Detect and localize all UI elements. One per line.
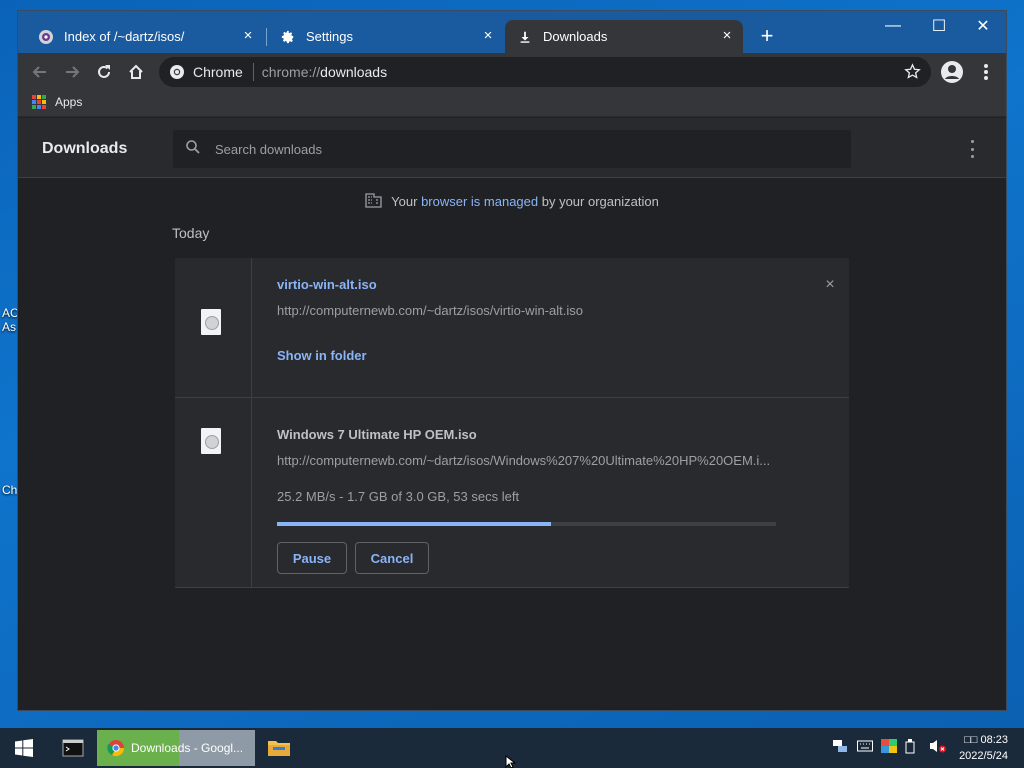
- more-vert-icon: [984, 64, 988, 80]
- download-progress-bar: [277, 522, 776, 526]
- maximize-button[interactable]: ☐: [916, 11, 962, 41]
- page-menu-button[interactable]: [964, 140, 980, 158]
- date-section-header: Today: [172, 225, 210, 241]
- cancel-button[interactable]: Cancel: [355, 542, 429, 574]
- download-item: virtio-win-alt.iso × http://computernewb…: [175, 258, 849, 398]
- file-explorer-taskbar-button[interactable]: [262, 728, 296, 768]
- page-title: Downloads: [42, 140, 128, 157]
- terminal-icon: [62, 739, 84, 757]
- url-scheme: chrome://: [261, 64, 321, 80]
- system-clock[interactable]: □□ 08:23 2022/5/24: [959, 732, 1008, 764]
- search-box[interactable]: [173, 130, 851, 168]
- bookmark-star-icon[interactable]: [904, 63, 921, 83]
- terminal-taskbar-button[interactable]: [56, 728, 90, 768]
- tab-settings[interactable]: Settings ×: [268, 20, 504, 53]
- file-name-link[interactable]: virtio-win-alt.iso: [277, 277, 377, 292]
- remove-download-button[interactable]: ×: [823, 277, 837, 293]
- clock-time: □□ 08:23: [964, 734, 1008, 746]
- download-item: Windows 7 Ultimate HP OEM.iso http://com…: [175, 398, 849, 588]
- managed-notice: Your browser is managed by your organiza…: [18, 192, 1006, 211]
- chrome-logo-icon: [170, 65, 184, 79]
- folder-icon: [268, 741, 290, 756]
- close-icon[interactable]: ×: [719, 28, 735, 44]
- chrome-taskbar-button[interactable]: Downloads - Googl...: [97, 730, 255, 766]
- usb-device-icon[interactable]: [905, 738, 921, 759]
- window-close-button[interactable]: ✕: [960, 11, 1006, 41]
- tab-index-of-isos[interactable]: Index of /~dartz/isos/ ×: [26, 20, 264, 53]
- tab-title: Index of /~dartz/isos/: [64, 29, 185, 44]
- clock-date: 2022/5/24: [959, 750, 1008, 762]
- managed-suffix: by your organization: [538, 194, 659, 209]
- back-button[interactable]: [27, 59, 53, 85]
- apps-shortcut[interactable]: Apps: [32, 95, 82, 109]
- site-chip[interactable]: Chrome: [159, 57, 243, 87]
- site-chip-label: Chrome: [193, 64, 243, 80]
- gear-icon: [280, 29, 296, 45]
- browser-toolbar: Chrome chrome://downloads: [18, 53, 1006, 91]
- managed-link[interactable]: browser is managed: [421, 194, 538, 209]
- browser-menu-button[interactable]: [973, 59, 999, 85]
- forward-arrow-icon: [66, 66, 80, 78]
- file-icon-column: [175, 398, 252, 587]
- download-status: 25.2 MB/s - 1.7 GB of 3.0 GB, 53 secs le…: [277, 489, 520, 504]
- chrome-taskbar-label: Downloads - Googl...: [131, 741, 244, 755]
- tab-title: Settings: [306, 29, 353, 44]
- show-in-folder-link[interactable]: Show in folder: [277, 348, 367, 363]
- desktop-label-ch[interactable]: Ch: [2, 484, 17, 497]
- reload-button[interactable]: [91, 59, 117, 85]
- building-icon: [365, 192, 382, 211]
- network-icon[interactable]: [832, 739, 850, 758]
- bookmarks-bar: Apps: [18, 91, 1006, 117]
- reload-icon: [98, 65, 110, 78]
- forward-button[interactable]: [59, 59, 85, 85]
- downloads-header: Downloads: [18, 118, 1006, 178]
- file-icon-column: [175, 258, 252, 397]
- windows-logo-icon: [15, 739, 33, 757]
- file-icon: [201, 309, 221, 335]
- download-icon: [517, 29, 533, 45]
- file-icon: [201, 428, 221, 454]
- file-name: Windows 7 Ultimate HP OEM.iso: [277, 427, 477, 442]
- desktop-label-as[interactable]: As: [2, 321, 16, 334]
- home-icon: [129, 64, 143, 79]
- downloads-page: Downloads Your browser is managed by you…: [18, 118, 1006, 710]
- mouse-cursor: [505, 754, 517, 768]
- managed-prefix: Your: [391, 194, 422, 209]
- browser-window: Index of /~dartz/isos/ × Settings × Down…: [17, 10, 1007, 711]
- system-tray: [832, 728, 947, 768]
- apps-label: Apps: [55, 95, 83, 109]
- tab-strip: Index of /~dartz/isos/ × Settings × Down…: [18, 11, 1006, 53]
- keyboard-icon[interactable]: [857, 739, 875, 757]
- back-arrow-icon: [32, 66, 46, 78]
- close-icon[interactable]: ×: [480, 28, 496, 44]
- omnibox-divider: [252, 63, 254, 81]
- file-url[interactable]: http://computernewb.com/~dartz/isos/Wind…: [277, 453, 770, 468]
- chrome-logo-icon: [107, 740, 125, 757]
- account-icon: [941, 61, 963, 83]
- search-icon: [185, 139, 201, 160]
- url-host: downloads: [320, 64, 388, 80]
- address-bar[interactable]: Chrome chrome://downloads: [159, 57, 931, 87]
- tab-divider: [266, 28, 267, 46]
- home-button[interactable]: [123, 59, 149, 85]
- new-tab-button[interactable]: +: [756, 25, 778, 47]
- apps-grid-icon: [32, 95, 46, 109]
- site-favicon-icon: [38, 29, 54, 45]
- profile-button[interactable]: [939, 59, 965, 85]
- display-color-icon[interactable]: [881, 738, 899, 758]
- download-progress-fill: [277, 522, 552, 526]
- close-icon[interactable]: ×: [240, 28, 256, 44]
- volume-muted-icon[interactable]: [929, 738, 947, 759]
- pause-button[interactable]: Pause: [277, 542, 347, 574]
- minimize-button[interactable]: —: [870, 11, 916, 41]
- file-url[interactable]: http://computernewb.com/~dartz/isos/virt…: [277, 303, 583, 318]
- tab-title: Downloads: [543, 29, 608, 44]
- tab-downloads[interactable]: Downloads ×: [505, 20, 743, 53]
- start-button[interactable]: [6, 728, 42, 768]
- search-input[interactable]: [215, 141, 815, 157]
